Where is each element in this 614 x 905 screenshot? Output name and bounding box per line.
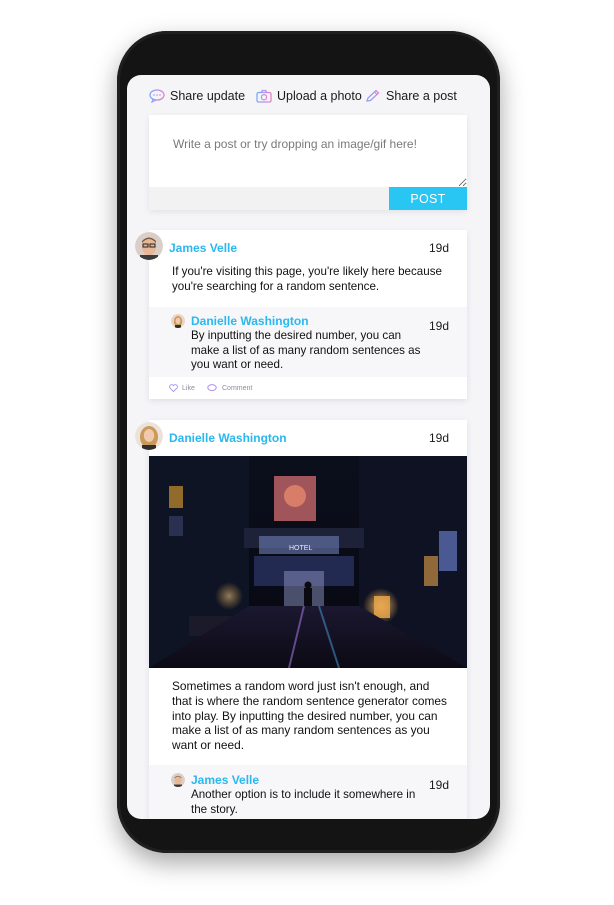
reply-item: Danielle Washington 19d By inputting the…	[149, 307, 467, 377]
reply-text-line: the story.	[191, 802, 238, 816]
post-text-line: you're searching for a random sentence.	[172, 279, 380, 293]
comment-icon	[207, 384, 217, 392]
reply-text-line: you want or need.	[191, 358, 284, 372]
chat-bubble-icon	[149, 89, 165, 103]
feed-post: Danielle Washington 19d HOTEL Sometimes …	[149, 420, 467, 819]
post-text-line: want or need.	[172, 738, 245, 753]
post-text-line: that is where the random sentence genera…	[172, 693, 447, 708]
post-text: Sometimes a random word just isn't enoug…	[172, 679, 462, 753]
post-time: 19d	[429, 241, 450, 255]
share-bar: Share update Upload a photo Share a post	[127, 75, 490, 115]
feed-post: James Velle 19d If you're visiting this …	[149, 230, 467, 399]
camera-icon	[256, 89, 272, 103]
reply-text-line: By inputting the desired number, you can	[191, 329, 402, 342]
like-button[interactable]: Like	[169, 384, 195, 392]
reply-text-line: Another option is to include it somewher…	[191, 788, 416, 801]
avatar[interactable]	[135, 422, 163, 450]
post-text: If you're visiting this page, you're lik…	[172, 265, 462, 294]
post-text-line: into play. By inputting the desired numb…	[172, 708, 438, 723]
upload-photo-button[interactable]: Upload a photo	[256, 89, 362, 103]
share-post-label: Share a post	[386, 89, 457, 103]
pencil-icon	[366, 89, 380, 102]
post-text-line: If you're visiting this page, you're lik…	[172, 265, 442, 278]
avatar[interactable]	[171, 314, 185, 328]
post-composer: POST	[149, 115, 467, 210]
reply-text: By inputting the desired number, you can…	[191, 329, 441, 373]
post-text-line: make a list of as many random sentences …	[172, 723, 430, 738]
post-input[interactable]	[149, 115, 467, 187]
post-button[interactable]: POST	[389, 187, 467, 210]
reply-item: James Velle 19d Another option is to inc…	[149, 765, 467, 819]
comment-label: Comment	[222, 384, 253, 392]
svg-text:HOTEL: HOTEL	[289, 545, 312, 552]
upload-photo-label: Upload a photo	[277, 89, 362, 103]
share-update-button[interactable]: Share update	[149, 89, 245, 103]
post-time: 19d	[429, 431, 450, 445]
share-post-button[interactable]: Share a post	[365, 89, 457, 103]
avatar[interactable]	[171, 773, 185, 787]
heart-icon	[169, 384, 178, 392]
night-alley-image: HOTEL	[149, 456, 467, 668]
post-author[interactable]: James Velle	[169, 241, 237, 255]
share-update-label: Share update	[170, 89, 246, 103]
reply-text: Another option is to include it somewher…	[191, 788, 441, 817]
like-label: Like	[182, 384, 195, 392]
app-screen: Share update Upload a photo Share a post…	[127, 75, 490, 819]
reply-author[interactable]: James Velle	[191, 773, 259, 787]
post-photo[interactable]: HOTEL	[149, 456, 467, 668]
post-text-line: Sometimes a random word just isn't enoug…	[172, 679, 430, 693]
comment-button[interactable]: Comment	[207, 384, 252, 392]
post-author[interactable]: Danielle Washington	[169, 431, 287, 445]
avatar[interactable]	[135, 232, 163, 260]
reply-text-line: make a list of as many random sentences …	[191, 343, 421, 357]
reply-author[interactable]: Danielle Washington	[191, 314, 309, 328]
